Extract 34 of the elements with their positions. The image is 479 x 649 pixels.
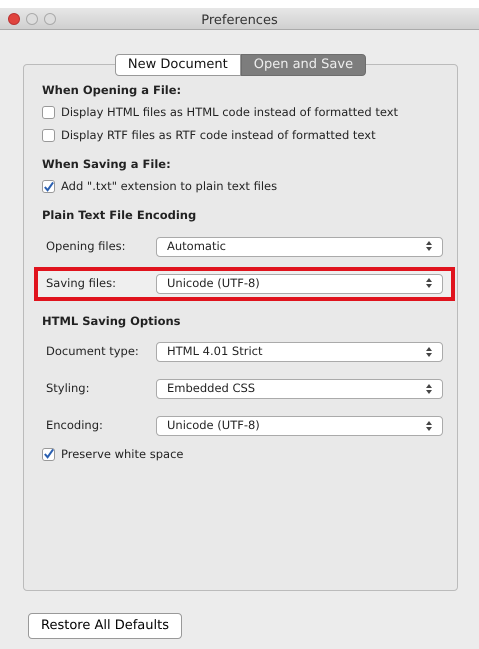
checkbox-label: Add ".txt" extension to plain text files	[61, 178, 278, 195]
checkbox[interactable]	[42, 448, 55, 461]
zoom-button[interactable]	[44, 12, 56, 24]
stepper-arrows-icon	[426, 420, 432, 431]
field-label: Styling:	[46, 380, 90, 398]
section-heading: HTML Saving Options	[42, 312, 182, 330]
dropdown[interactable]: Automatic	[156, 236, 443, 256]
checkbox-label: Display RTF files as RTF code instead of formatted text	[61, 126, 376, 144]
dropdown[interactable]: Unicode (UTF-8)	[156, 274, 443, 294]
dropdown[interactable]: HTML 4.01 Strict	[156, 342, 443, 362]
stepper-arrows-icon	[426, 278, 432, 289]
field-label: Encoding:	[46, 417, 104, 434]
field-label: Saving files:	[46, 274, 117, 292]
checkbox-label: Preserve white space	[61, 446, 184, 463]
field-label: Document type:	[46, 343, 140, 360]
dropdown[interactable]: Embedded CSS	[156, 378, 443, 399]
checkbox[interactable]	[42, 180, 55, 194]
checkbox[interactable]	[42, 106, 55, 120]
tab[interactable]: Open and Save	[240, 54, 366, 76]
dropdown[interactable]: Unicode (UTF-8)	[156, 416, 443, 436]
checkbox-label: Display HTML files as HTML code instead of formatted text	[61, 104, 398, 122]
stepper-arrows-icon	[426, 346, 432, 357]
stepper-arrows-icon	[426, 241, 432, 252]
minimize-button[interactable]	[26, 12, 38, 24]
tab[interactable]: New Document	[114, 54, 241, 76]
window-title: Preferences	[201, 12, 278, 30]
checkbox[interactable]	[42, 128, 55, 142]
close-button[interactable]	[8, 12, 20, 24]
section-heading: Plain Text File Encoding	[42, 207, 198, 224]
field-label: Opening files:	[46, 238, 127, 255]
restore-defaults-button[interactable]: Restore All Defaults	[28, 613, 182, 638]
section-heading: When Saving a File:	[42, 156, 172, 173]
section-heading: When Opening a File:	[42, 82, 182, 99]
stepper-arrows-icon	[426, 384, 432, 394]
